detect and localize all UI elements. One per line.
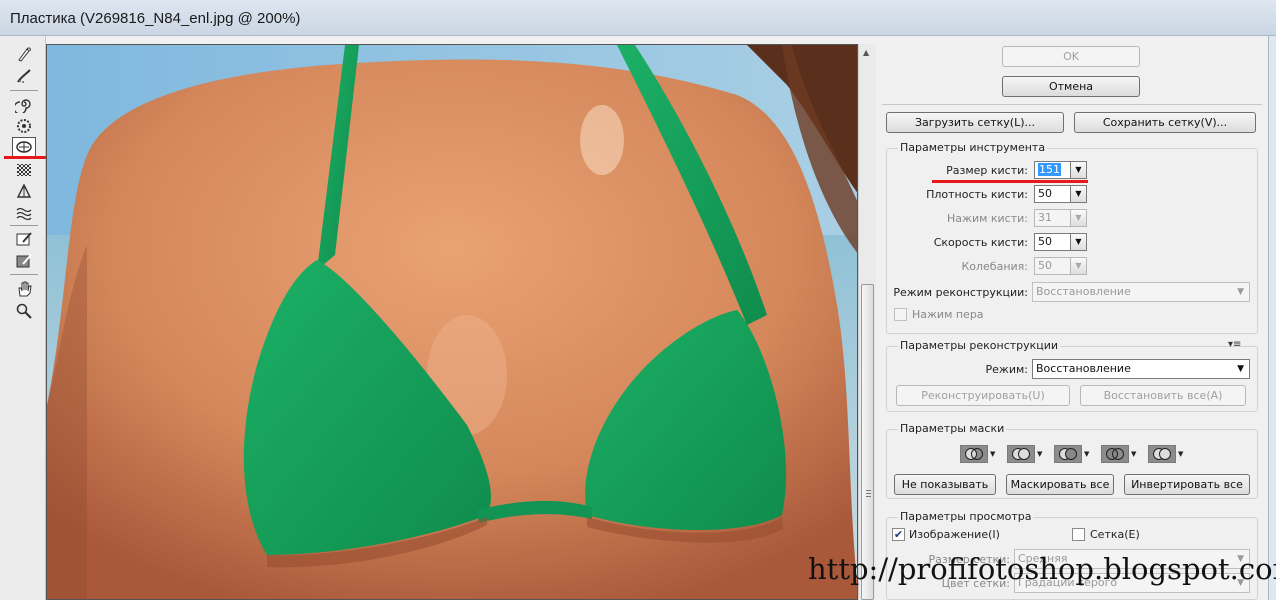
show-mesh-label: Сетка(E) xyxy=(1090,528,1140,541)
brush-rate-label: Скорость кисти: xyxy=(933,236,1028,249)
mask-intersect-icon[interactable]: ▼ xyxy=(1101,444,1139,464)
mode-label: Режим: xyxy=(985,363,1028,376)
tool-palette xyxy=(0,36,46,600)
window-title: Пластика (V269816_N84_enl.jpg @ 200%) xyxy=(10,10,301,27)
push-left-icon[interactable] xyxy=(12,160,36,180)
watermark-url: http://profifotoshop.blogspot.com xyxy=(808,552,1276,586)
mask-subtract-icon[interactable]: ▼ xyxy=(1054,444,1092,464)
brush-size-label: Размер кисти: xyxy=(946,164,1028,177)
pucker-icon[interactable] xyxy=(12,116,36,136)
options-panel: OK Отмена Загрузить сетку(L)... Сохранит… xyxy=(876,36,1268,600)
brush-rate-input[interactable]: 50 xyxy=(1034,233,1072,251)
brush-size-dropdown[interactable]: ▼ xyxy=(1070,161,1087,179)
thaw-mask-icon[interactable] xyxy=(12,251,36,271)
vertical-scrollbar[interactable]: ▲ xyxy=(858,44,876,600)
brush-density-input[interactable]: 50 xyxy=(1034,185,1072,203)
highlight-underline-tool xyxy=(4,156,48,159)
hand-icon[interactable] xyxy=(12,279,36,299)
brush-density-label: Плотность кисти: xyxy=(926,188,1028,201)
reconstruct-icon[interactable] xyxy=(12,66,36,86)
load-mesh-button[interactable]: Загрузить сетку(L)... xyxy=(886,112,1064,133)
brush-rate-dropdown[interactable]: ▼ xyxy=(1070,233,1087,251)
divider xyxy=(882,104,1262,105)
menu-icon[interactable]: ▾≡ xyxy=(1228,339,1241,350)
brush-pressure-label: Нажим кисти: xyxy=(947,212,1028,225)
reconstruct-button[interactable]: Реконструировать(U) xyxy=(896,385,1070,406)
show-mesh-checkbox[interactable] xyxy=(1072,528,1085,541)
mask-invert-icon[interactable]: ▼ xyxy=(1148,444,1186,464)
mask-options-title: Параметры маски xyxy=(898,422,1007,435)
restore-all-button[interactable]: Восстановить все(A) xyxy=(1080,385,1246,406)
brush-pressure-dropdown[interactable]: ▼ xyxy=(1070,209,1087,227)
zoom-icon[interactable] xyxy=(12,301,36,321)
brush-density-dropdown[interactable]: ▼ xyxy=(1070,185,1087,203)
tool-options-title: Параметры инструмента xyxy=(898,141,1048,154)
stylus-pressure-checkbox[interactable] xyxy=(894,308,907,321)
mask-replace-icon[interactable]: ▼ xyxy=(960,444,998,464)
reconstruct-mode-select[interactable]: Восстановление ▼ xyxy=(1032,282,1250,302)
mirror-icon[interactable] xyxy=(12,181,36,201)
view-options-title: Параметры просмотра xyxy=(898,510,1034,523)
brush-size-input[interactable]: 151 xyxy=(1034,161,1072,179)
bloat-icon[interactable] xyxy=(12,137,36,157)
turbulent-jitter-dropdown[interactable]: ▼ xyxy=(1070,257,1087,275)
stylus-pressure-label: Нажим пера xyxy=(912,308,984,321)
reconstruct-mode-label: Режим реконструкции: xyxy=(893,286,1028,299)
forward-warp-icon[interactable] xyxy=(12,44,36,64)
invert-all-button[interactable]: Инвертировать все xyxy=(1124,474,1250,495)
twirl-icon[interactable] xyxy=(12,94,36,114)
freeze-mask-icon[interactable] xyxy=(12,229,36,249)
mask-all-button[interactable]: Маскировать все xyxy=(1006,474,1114,495)
title-bar: Пластика (V269816_N84_enl.jpg @ 200%) xyxy=(0,0,1276,36)
show-image-checkbox[interactable]: ✔ xyxy=(892,528,905,541)
show-image-label: Изображение(I) xyxy=(909,528,1000,541)
highlight-underline-brush-size xyxy=(932,180,1088,183)
save-mesh-button[interactable]: Сохранить сетку(V)... xyxy=(1074,112,1256,133)
ok-button[interactable]: OK xyxy=(1002,46,1140,67)
turbulent-jitter-label: Колебания: xyxy=(961,260,1028,273)
turbulent-jitter-input[interactable]: 50 xyxy=(1034,257,1072,275)
reconstruct-options-title: Параметры реконструкции xyxy=(898,339,1061,352)
image-canvas[interactable] xyxy=(46,44,858,600)
brush-pressure-input[interactable]: 31 xyxy=(1034,209,1072,227)
mask-none-button[interactable]: Не показывать xyxy=(894,474,996,495)
mode-select[interactable]: Восстановление ▼ xyxy=(1032,359,1250,379)
window-border xyxy=(1268,36,1276,600)
scroll-up-icon[interactable]: ▲ xyxy=(863,48,869,57)
mask-add-icon[interactable]: ▼ xyxy=(1007,444,1045,464)
turbulence-icon[interactable] xyxy=(12,203,36,223)
cancel-button[interactable]: Отмена xyxy=(1002,76,1140,97)
